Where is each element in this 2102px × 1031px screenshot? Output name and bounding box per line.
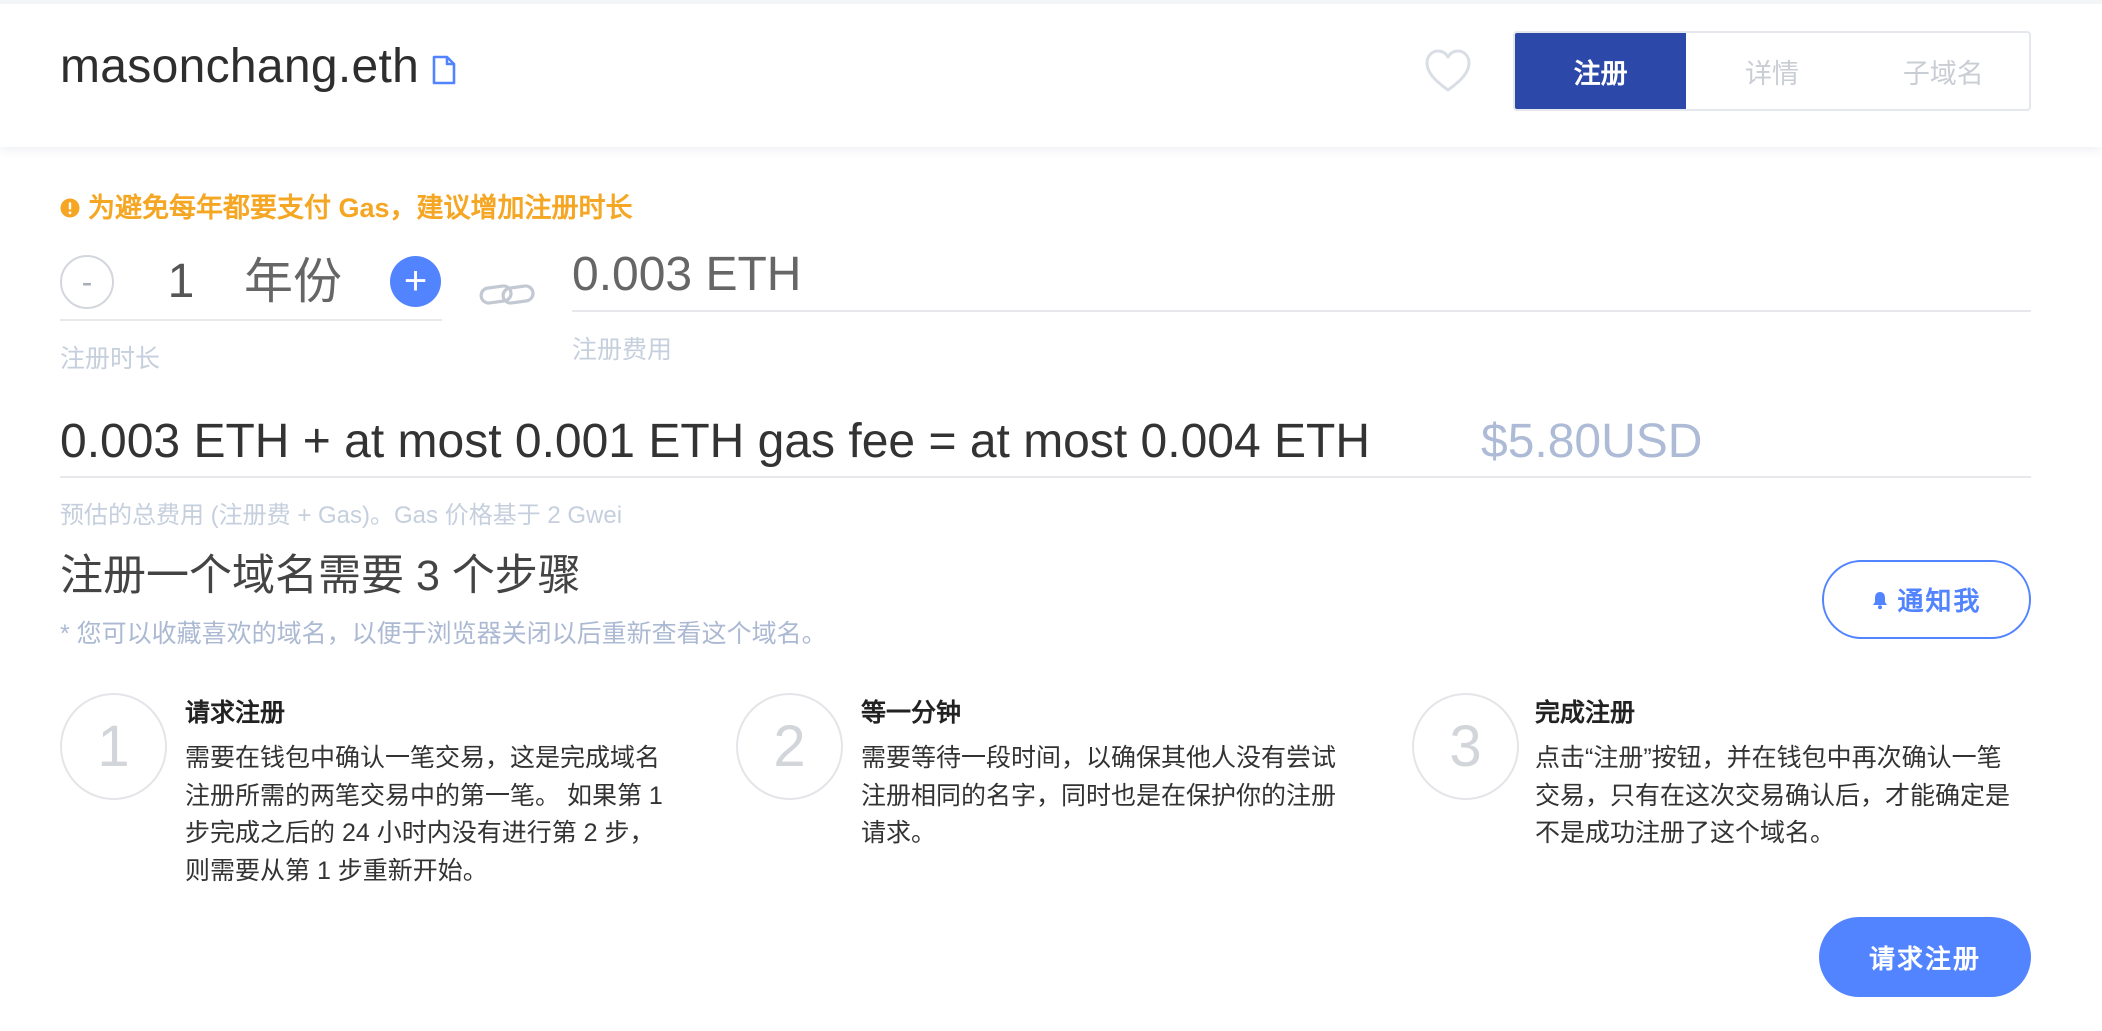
ens-register-page: masonchang.eth 注册 详情 子域名 为避免每年都要支付 Gas，建… [0,0,2102,1031]
price-label: 注册费用 [572,336,673,364]
file-icon[interactable] [431,55,457,85]
total-cost-note: 预估的总费用 (注册费 + Gas)。Gas 价格基于 2 Gwei [60,502,623,529]
top-strip [0,0,2102,4]
step-3-number: 3 [1412,693,1519,800]
step-description-line: 需要在钱包中确认一笔交易，这是完成域名 [185,744,661,772]
duration-label: 注册时长 [60,345,161,373]
registration-price: 0.003 ETH [572,248,802,301]
step-description-line: 请求。 [861,819,937,847]
increase-years-button[interactable]: + [390,256,441,307]
link-icon [479,284,535,305]
heart-icon[interactable] [1424,48,1472,94]
step-1-description: 需要在钱包中确认一笔交易，这是完成域名 注册所需的两笔交易中的第一笔。 如果第 … [185,740,663,890]
step-description-line: 不是成功注册了这个域名。 [1535,819,1836,847]
notify-me-label: 通知我 [1897,586,1982,616]
step-2-number: 2 [736,693,843,800]
decrease-years-button[interactable]: - [60,255,114,309]
step-description-line: 步完成之后的 24 小时内没有进行第 2 步， [185,819,655,847]
step-description-line: 交易，只有在这次交易确认后，才能确定是 [1535,781,2011,810]
step-description-line: 需要等待一段时间，以确保其他人没有尝试 [861,744,1337,772]
tab-register[interactable]: 注册 [1515,33,1687,109]
step-2-title: 等一分钟 [861,699,962,727]
domain-name: masonchang.eth [60,40,420,93]
step-description-line: 则需要从第 1 步重新开始。 [185,856,488,885]
step-description-line: 点击“注册”按钮，并在钱包中再次确认一笔 [1535,744,2002,772]
notify-me-button[interactable]: 通知我 [1822,560,2031,639]
bell-icon [1873,591,1888,609]
total-cost-summary: 0.003 ETH + at most 0.001 ETH gas fee = … [60,415,1370,468]
total-usd: $5.80USD [1481,415,1703,468]
years-unit: 年份 [244,255,343,309]
tab-details[interactable]: 详情 [1686,33,1857,109]
price-underline [572,310,2031,312]
step-1-number: 1 [60,693,167,800]
years-value: 1 [167,255,195,308]
step-2-description: 需要等待一段时间，以确保其他人没有尝试 注册相同的名字，同时也是在保护你的注册 … [861,740,1336,853]
tab-bar: 注册 详情 子域名 [1513,31,2031,111]
step-1-title: 请求注册 [185,699,286,727]
alert-circle-icon [60,198,80,218]
gas-warning-text: 为避免每年都要支付 Gas，建议增加注册时长 [88,193,633,223]
step-description-line: 注册相同的名字，同时也是在保护你的注册 [861,781,1337,810]
request-register-button[interactable]: 请求注册 [1819,917,2031,997]
domain-title: masonchang.eth [60,36,457,98]
steps-note: * 您可以收藏喜欢的域名，以便于浏览器关闭以后重新查看这个域名。 [60,620,827,648]
tab-subdomains[interactable]: 子域名 [1858,33,2029,109]
step-description-line: 注册所需的两笔交易中的第一笔。 如果第 1 [185,781,663,810]
duration-underline [60,319,442,321]
steps-heading: 注册一个域名需要 3 个步骤 [60,552,581,600]
step-3-title: 完成注册 [1535,699,1636,727]
step-3-description: 点击“注册”按钮，并在钱包中再次确认一笔 交易，只有在这次交易确认后，才能确定是… [1535,740,2010,853]
total-underline [60,476,2031,478]
